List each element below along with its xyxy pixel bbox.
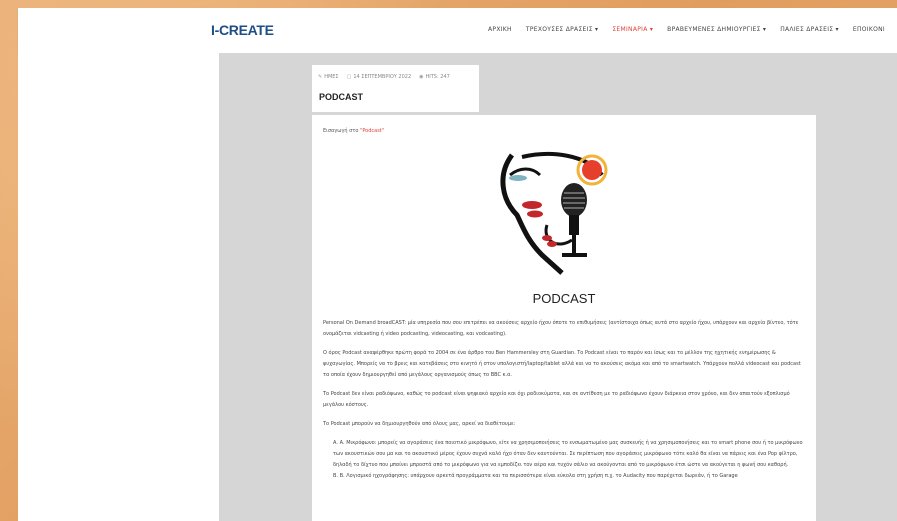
nav-item-past-activities[interactable]: ΠΑΛΙΕΣ ΔΡΑΣΕΙΣ ▾ (780, 26, 839, 33)
nav-item-current-activities[interactable]: ΤΡΕΧΟΥΣΕΣ ΔΡΑΣΕΙΣ ▾ (526, 26, 598, 33)
category-link[interactable]: "Podcast" (360, 128, 384, 134)
category-line: Εισαγωγή στο "Podcast" (323, 128, 384, 134)
eye-icon: ◉ (419, 74, 424, 80)
main-nav: ΑΡΧΙΚΗ ΤΡΕΧΟΥΣΕΣ ΔΡΑΣΕΙΣ ▾ ΣΕΜΙΝΑΡΙΑ ▾ Β… (488, 26, 885, 33)
post-date: ▢ 14 ΣΕΠΤΕΜΒΡΙΟΥ 2022 (347, 74, 412, 80)
author-icon: ✎ (318, 74, 323, 80)
post-author: ✎ ΗΜΕΣ (318, 74, 339, 80)
post-header: ✎ ΗΜΕΣ ▢ 14 ΣΕΠΤΕΜΒΡΙΟΥ 2022 ◉ HITS: 247 PO… (312, 65, 479, 112)
list-item: Β. Β. Λογισμικό ηχογράφησης: υπάρχουν αρ… (333, 473, 738, 479)
paragraph: Personal On Demand broadCAST: μία υπηρεσ… (323, 320, 799, 337)
site-logo[interactable]: I-CREATE (211, 22, 274, 38)
paragraph: Το Podcast δεν είναι ραδιόφωνο, καθώς το… (323, 391, 790, 408)
post-date-text: 14 ΣΕΠΤΕΜΒΡΙΟΥ 2022 (353, 74, 412, 80)
article-heading: PODCAST (532, 291, 596, 306)
calendar-icon: ▢ (346, 74, 352, 80)
left-panel (18, 53, 219, 521)
post-hits: ◉ HITS: 247 (419, 74, 450, 80)
podcast-illustration (500, 152, 608, 275)
post-author-text: ΗΜΕΣ (324, 74, 339, 80)
post-meta: ✎ ΗΜΕΣ ▢ 14 ΣΕΠΤΕΜΒΡΙΟΥ 2022 ◉ HITS: 247 (318, 74, 450, 80)
requirements-list: Α. Α. Μικρόφωνο: μπορείς να αγοράσεις έν… (323, 438, 807, 482)
post-hits-text: HITS: 247 (425, 74, 450, 80)
nav-item-awarded-creations[interactable]: ΒΡΑΒΕΥΜΕΝΕΣ ΔΗΜΙΟΥΡΓΙΕΣ ▾ (667, 26, 766, 33)
list-item: Α. Α. Μικρόφωνο: μπορείς να αγοράσεις έν… (333, 440, 803, 468)
post-title: PODCAST (319, 92, 364, 102)
nav-item-contact[interactable]: ΕΠΟΙΚΟΝΙ (853, 26, 885, 33)
paragraph: Το Podcast μπορούν να δημιουργηθούν από … (323, 421, 516, 427)
site-header: I-CREATE ΑΡΧΙΚΗ ΤΡΕΧΟΥΣΕΣ ΔΡΑΣΕΙΣ ▾ ΣΕΜΙ… (18, 8, 897, 53)
article-body: Εισαγωγή στο "Podcast" PODCAST Personal … (312, 115, 816, 521)
category-prefix: Εισαγωγή στο (323, 128, 361, 134)
nav-item-home[interactable]: ΑΡΧΙΚΗ (488, 26, 512, 33)
nav-item-seminars[interactable]: ΣΕΜΙΝΑΡΙΑ ▾ (612, 26, 653, 33)
article-text: Personal On Demand broadCAST: μία υπηρεσ… (323, 318, 807, 482)
paragraph: Ο όρος Podcast αναφέρθηκε πρώτη φορά το … (323, 350, 801, 378)
